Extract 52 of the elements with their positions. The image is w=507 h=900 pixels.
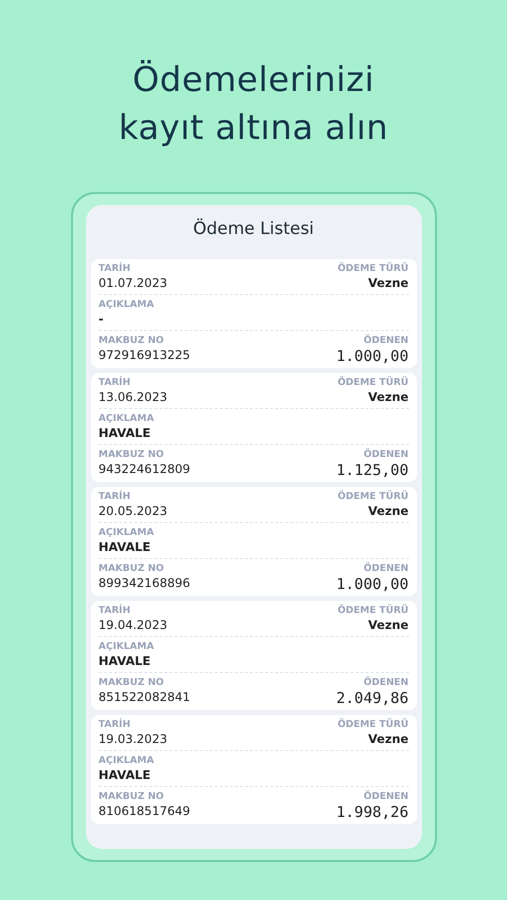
field-label: MAKBUZ NO	[98, 563, 164, 575]
payment-type-value: Vezne	[368, 503, 408, 519]
field-label: ÖDENEN	[364, 677, 408, 689]
date-value: 01.07.2023	[98, 275, 168, 291]
receipt-number: 943224612809	[98, 461, 190, 477]
field-label: AÇIKLAMA	[98, 413, 154, 425]
field-label: ÖDENEN	[364, 335, 408, 347]
receipt-number: 851522082841	[98, 689, 190, 705]
field-label: TARİH	[98, 605, 130, 617]
screen-title: Ödeme Listesi	[192, 218, 315, 241]
field-label: ÖDEME TÜRÜ	[338, 719, 408, 731]
field-label: TARİH	[98, 491, 130, 503]
field-label: ÖDENEN	[364, 791, 408, 803]
amount-value: 1.998,26	[336, 803, 408, 821]
amount-value: 1.000,00	[336, 347, 408, 365]
field-label: AÇIKLAMA	[98, 527, 154, 539]
field-label: AÇIKLAMA	[98, 755, 154, 767]
field-label: TARİH	[98, 719, 130, 731]
field-label: ÖDEME TÜRÜ	[338, 263, 408, 275]
field-label: MAKBUZ NO	[98, 677, 164, 689]
field-label: MAKBUZ NO	[98, 335, 164, 347]
date-value: 19.03.2023	[98, 731, 168, 747]
field-label: AÇIKLAMA	[98, 299, 154, 311]
payment-type-value: Vezne	[368, 389, 408, 405]
field-label: ÖDENEN	[364, 449, 408, 461]
field-label: MAKBUZ NO	[98, 449, 164, 461]
field-label: MAKBUZ NO	[98, 791, 164, 803]
field-label: TARİH	[98, 263, 130, 275]
date-value: 20.05.2023	[98, 503, 168, 519]
headline: Ödemelerinizi kayıt altına alın	[118, 59, 388, 150]
description-value: HAVALE	[98, 425, 151, 441]
field-label: ÖDEME TÜRÜ	[338, 491, 408, 503]
payment-type-value: Vezne	[368, 275, 408, 291]
field-label: ÖDENEN	[364, 563, 408, 575]
field-label: ÖDEME TÜRÜ	[338, 377, 408, 389]
description-value: HAVALE	[98, 767, 151, 783]
description-value: HAVALE	[98, 653, 151, 669]
amount-value: 1.000,00	[336, 575, 408, 593]
payment-type-value: Vezne	[368, 731, 408, 747]
field-label: ÖDEME TÜRÜ	[338, 605, 408, 617]
field-label: TARİH	[98, 377, 130, 389]
receipt-number: 810618517649	[98, 803, 190, 819]
amount-value: 2.049,86	[336, 689, 408, 707]
payment-type-value: Vezne	[368, 617, 408, 633]
description-value: -	[98, 311, 104, 327]
receipt-number: 972916913225	[98, 347, 190, 363]
date-value: 13.06.2023	[98, 389, 168, 405]
receipt-number: 899342168896	[98, 575, 190, 591]
description-value: HAVALE	[98, 539, 151, 555]
date-value: 19.04.2023	[98, 617, 168, 633]
field-label: AÇIKLAMA	[98, 641, 154, 653]
amount-value: 1.125,00	[336, 461, 408, 479]
